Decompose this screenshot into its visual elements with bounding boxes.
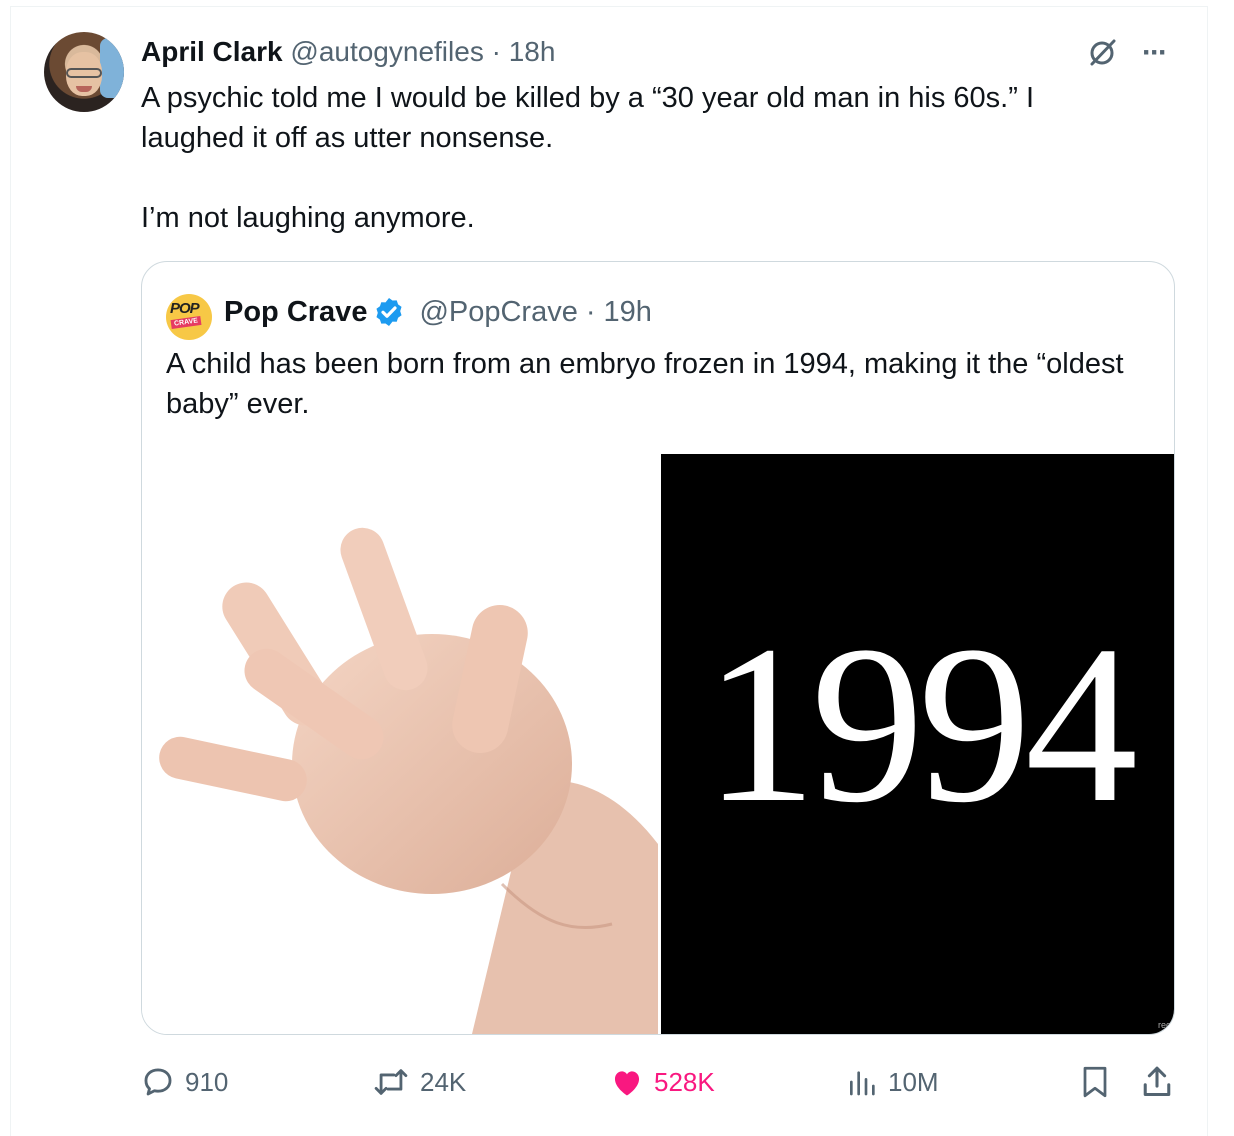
repost-count: 24K	[420, 1066, 467, 1097]
reply-icon	[144, 1068, 172, 1096]
baby-hand-image	[159, 527, 658, 1034]
author-name[interactable]: April Clark	[141, 36, 283, 67]
year-1994-text: 1994	[704, 599, 1138, 849]
views-button[interactable]: 10M	[846, 1062, 939, 1102]
quote-text: A child has been born from an embryo fro…	[166, 348, 1124, 420]
logo-pop-text: POP	[170, 300, 200, 317]
grok-icon[interactable]	[1086, 37, 1118, 69]
tweet-text: A psychic told me I would be killed by a…	[141, 82, 1034, 234]
bookmark-icon[interactable]	[1080, 1064, 1110, 1100]
author-avatar[interactable]	[44, 32, 124, 112]
reply-count: 910	[185, 1066, 229, 1097]
like-count: 528K	[654, 1066, 715, 1097]
tweet-header: April Clark @autogynefiles · 18h	[141, 35, 555, 69]
media-image-baby-hand[interactable]	[142, 454, 658, 1034]
quote-header: Pop Crave @PopCrave · 19h	[224, 292, 652, 332]
reply-button[interactable]: 910	[141, 1062, 228, 1102]
tweet-time[interactable]: 18h	[509, 36, 556, 67]
quote-author-name[interactable]: Pop Crave	[224, 292, 367, 332]
share-icon[interactable]	[1140, 1064, 1174, 1100]
author-handle[interactable]: @autogynefiles	[290, 36, 483, 67]
heart-icon	[614, 1071, 640, 1096]
pop-crave-logo[interactable]: POP CRAVE	[166, 294, 212, 340]
like-button[interactable]: 528K	[610, 1062, 715, 1102]
image-watermark: rect	[1157, 1020, 1173, 1030]
quote-author-handle[interactable]: @PopCrave	[419, 292, 577, 332]
quote-time[interactable]: 19h	[604, 292, 652, 332]
views-icon	[850, 1071, 875, 1096]
views-count: 10M	[888, 1066, 939, 1097]
separator: ·	[585, 296, 596, 328]
repost-icon	[374, 1069, 408, 1095]
quoted-tweet[interactable]: POP CRAVE Pop Crave @PopCrave · 19h A ch…	[141, 261, 1175, 1035]
repost-button[interactable]: 24K	[372, 1062, 466, 1102]
separator: ·	[491, 36, 501, 67]
more-icon[interactable]: ···	[1142, 36, 1168, 70]
verified-icon	[376, 298, 402, 326]
media-image-1994[interactable]: 1994 rect	[661, 454, 1174, 1034]
logo-crave-text: CRAVE	[170, 315, 202, 330]
